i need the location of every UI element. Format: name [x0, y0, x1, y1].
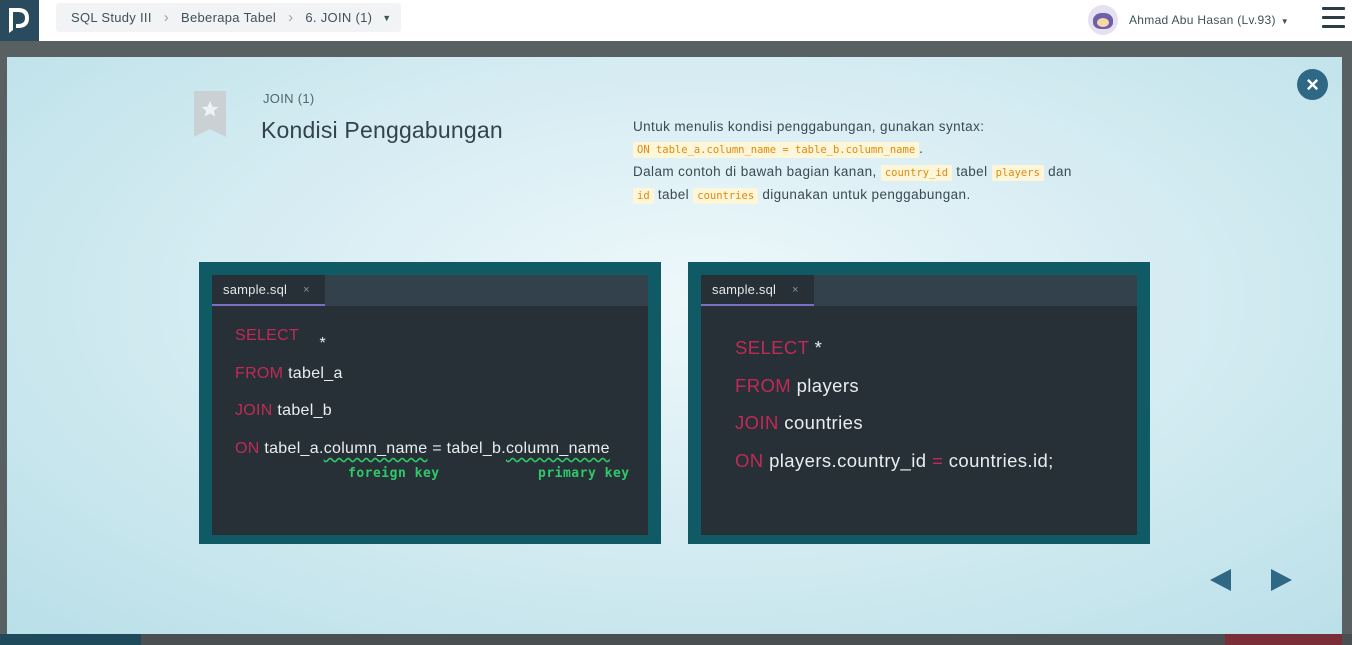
desc-line: ON table_a.column_name = table_b.column_… — [633, 138, 1153, 161]
code-text: tabel_a. — [264, 440, 324, 457]
primary-key-annotation: primary key — [538, 466, 630, 481]
code-line: SELECT * — [235, 327, 326, 352]
desc-text: dan — [1048, 164, 1072, 179]
editor-tab[interactable]: sample.sql × — [701, 275, 814, 306]
code-text: countries — [784, 412, 863, 433]
code-text: * — [814, 337, 823, 358]
code-text: players.country_id — [769, 450, 927, 471]
caret-down-icon: ▼ — [1280, 16, 1289, 26]
sql-keyword: SELECT — [235, 327, 299, 344]
code-line: FROM players — [735, 375, 859, 397]
slide-title: Kondisi Penggabungan — [261, 117, 503, 143]
code-editor-right: sample.sql × SELECT * FROM players JOIN … — [701, 275, 1137, 535]
desc-line: id tabel countries digunakan untuk pengg… — [633, 184, 1153, 207]
code-text: countries.id; — [948, 450, 1054, 471]
close-icon: × — [1306, 71, 1319, 97]
breadcrumb-section[interactable]: Beberapa Tabel — [181, 10, 276, 25]
slide-label: JOIN (1) — [263, 91, 315, 106]
user-menu[interactable]: Ahmad Abu Hasan (Lv.93) ▼ — [1088, 5, 1289, 35]
editor-tab-bar: sample.sql × — [701, 275, 1137, 306]
foreign-key-column: column_name — [323, 440, 428, 457]
inline-code: countries — [693, 188, 759, 204]
chevron-right-icon: › — [288, 9, 294, 26]
close-tab-icon[interactable]: × — [303, 284, 310, 296]
inline-code: country_id — [880, 165, 953, 181]
tab-label: sample.sql — [712, 282, 777, 297]
primary-key-column: column_name — [506, 440, 610, 457]
editor-frame-left: sample.sql × SELECT * FROM tabel_a JOIN … — [199, 262, 661, 544]
background-page-left — [0, 57, 7, 645]
hamburger-menu-icon[interactable] — [1322, 7, 1345, 28]
desc-line: Dalam contoh di bawah bagian kanan, coun… — [633, 161, 1153, 184]
foreign-key-annotation: foreign key — [348, 466, 440, 481]
code-line: ON players.country_id = countries.id; — [735, 450, 1054, 472]
inline-code: ON table_a.column_name = table_b.column_… — [633, 142, 920, 158]
top-bar: SQL Study III › Beberapa Tabel › 6. JOIN… — [0, 0, 1352, 41]
next-slide-icon[interactable] — [1271, 569, 1292, 591]
sql-keyword: FROM — [735, 375, 792, 396]
desc-text: . — [919, 141, 924, 156]
close-tab-icon[interactable]: × — [792, 284, 799, 296]
desc-text: tabel — [657, 187, 690, 202]
desc-text: Dalam contoh di bawah bagian kanan, — [633, 164, 877, 179]
avatar — [1088, 5, 1118, 35]
sql-keyword: JOIN — [735, 412, 779, 433]
breadcrumb-lesson[interactable]: 6. JOIN (1) — [305, 10, 372, 25]
background-page-bottom-left — [0, 634, 141, 645]
desc-line: Untuk menulis kondisi penggabungan, guna… — [633, 116, 1153, 138]
editor-tab[interactable]: sample.sql × — [212, 275, 325, 306]
code-line: JOIN countries — [735, 412, 863, 434]
tab-label: sample.sql — [223, 282, 288, 297]
caret-down-icon[interactable]: ▼ — [382, 13, 391, 23]
code-line: JOIN tabel_b — [235, 402, 332, 420]
breadcrumb: SQL Study III › Beberapa Tabel › 6. JOIN… — [56, 3, 402, 32]
code-text: * — [319, 335, 327, 352]
editor-frame-right: sample.sql × SELECT * FROM players JOIN … — [688, 262, 1150, 544]
breadcrumb-course[interactable]: SQL Study III — [71, 10, 152, 25]
code-text: tabel_b — [277, 402, 332, 419]
logo-icon — [9, 8, 29, 33]
code-text: tabel_a — [288, 365, 343, 382]
code-editor-left: sample.sql × SELECT * FROM tabel_a JOIN … — [212, 275, 648, 535]
sql-operator: = — [932, 450, 944, 471]
sql-keyword: FROM — [235, 365, 284, 382]
code-text: = tabel_b. — [427, 440, 506, 457]
logo[interactable] — [0, 0, 39, 41]
desc-text: tabel — [956, 164, 988, 179]
code-text: players — [796, 375, 860, 396]
desc-text: Untuk menulis kondisi penggabungan, guna… — [633, 119, 985, 134]
inline-code: players — [991, 165, 1044, 181]
code-line: SELECT * — [735, 337, 822, 359]
previous-slide-icon[interactable] — [1210, 569, 1231, 591]
desc-text: digunakan untuk penggabungan. — [762, 187, 971, 202]
inline-code: id — [633, 188, 654, 204]
sql-keyword: ON — [235, 440, 260, 457]
code-line: FROM tabel_a — [235, 365, 343, 383]
code-line: ON tabel_a.column_name = tabel_b.column_… — [235, 440, 610, 458]
background-page-right — [1342, 57, 1352, 645]
bookmark-star-icon[interactable] — [194, 91, 226, 137]
sql-keyword: SELECT — [735, 337, 810, 358]
background-page-bottom — [0, 634, 1352, 645]
editor-tab-bar: sample.sql × — [212, 275, 648, 306]
slide-modal: × JOIN (1) Kondisi Penggabungan Untuk me… — [7, 57, 1342, 634]
sql-keyword: ON — [735, 450, 764, 471]
close-button[interactable]: × — [1297, 69, 1328, 100]
user-name[interactable]: Ahmad Abu Hasan (Lv.93) — [1129, 13, 1276, 27]
chevron-right-icon: › — [163, 9, 170, 26]
sql-keyword: JOIN — [235, 402, 273, 419]
slide-description: Untuk menulis kondisi penggabungan, guna… — [633, 116, 1153, 207]
background-page-strip — [0, 41, 1352, 57]
